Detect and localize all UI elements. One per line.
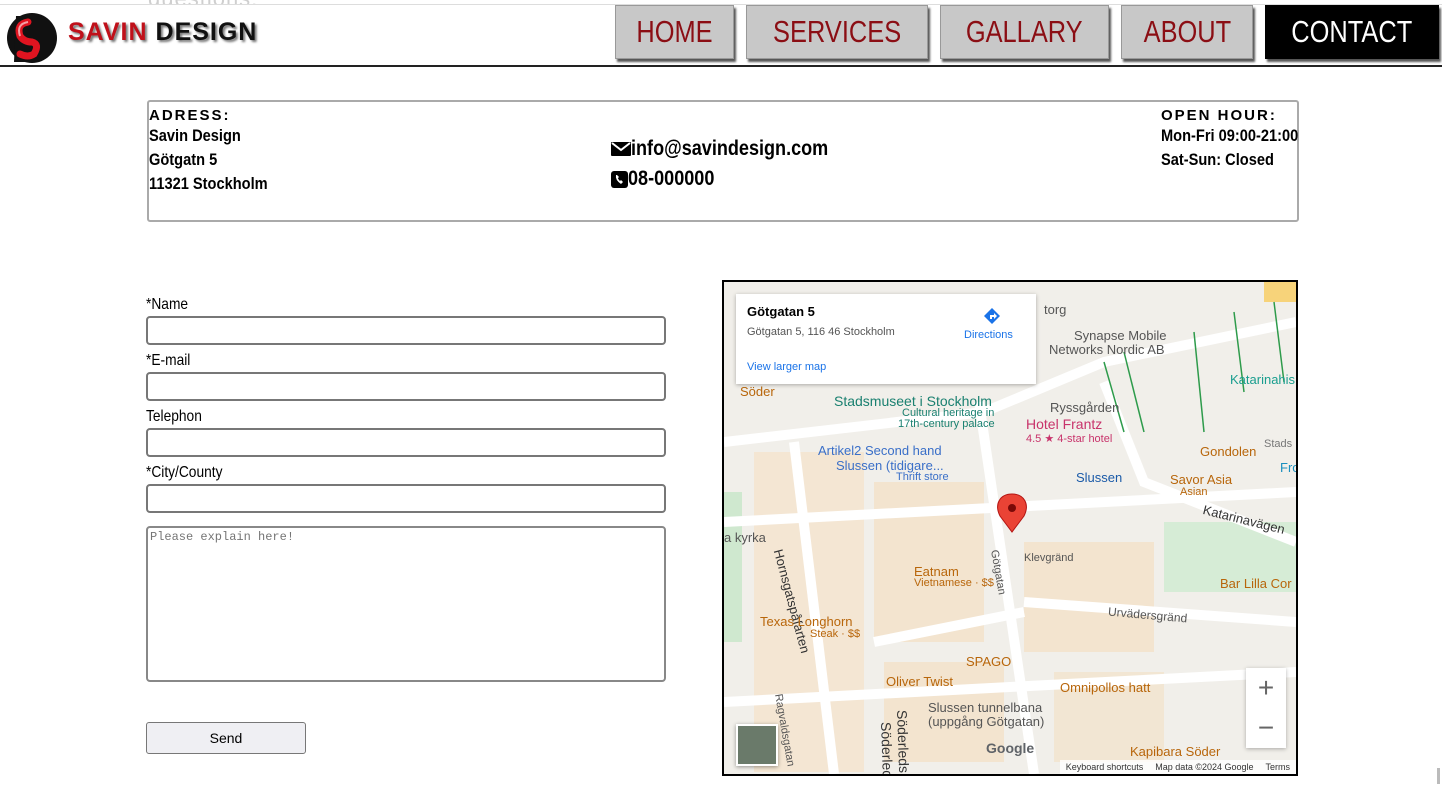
nav-services[interactable]: SERVICES (746, 5, 929, 59)
map-label: Bar Lilla Cor (1220, 576, 1292, 591)
map-label: Synapse Mobile (1074, 328, 1167, 343)
brand-part-savin: SAVIN (68, 18, 148, 46)
main-nav: HOME SERVICES GALLARY ABOUT CONTACT (615, 5, 1439, 61)
place-title: Götgatan 5 (747, 304, 815, 319)
nav-about[interactable]: ABOUT (1120, 5, 1254, 59)
name-field[interactable] (146, 316, 666, 345)
directions-link[interactable]: Directions (964, 329, 1013, 341)
city-field[interactable] (146, 484, 666, 513)
send-button[interactable]: Send (146, 722, 306, 754)
google-map[interactable]: torg Synapse Mobile Networks Nordic AB K… (722, 280, 1298, 776)
directions-icon[interactable] (982, 306, 1002, 326)
map-label: Söderleo (878, 721, 896, 776)
map-label: Fro (1280, 460, 1298, 475)
telephone-field[interactable] (146, 428, 666, 457)
place-card: Götgatan 5 Götgatan 5, 116 46 Stockholm … (736, 294, 1036, 384)
address-label: ADRESS: (149, 107, 231, 124)
brand-name[interactable]: SAVIN DESIGN (68, 18, 257, 47)
email-field[interactable] (146, 372, 666, 401)
name-label: *Name (146, 296, 189, 313)
zoom-out-button[interactable]: − (1246, 708, 1286, 748)
map-label: Oliver Twist (886, 674, 953, 689)
nav-gallary[interactable]: GALLARY (940, 5, 1109, 59)
zoom-in-button[interactable]: + (1246, 668, 1286, 708)
scrollbar-thumb[interactable] (1437, 768, 1440, 784)
map-label: torg (1044, 302, 1067, 317)
map-label: SPAGO (966, 654, 1012, 669)
hours-line: Mon-Fri 09:00-21:00 (1161, 126, 1299, 145)
contact-info-box: ADRESS: Savin Design Götgatn 5 11321 Sto… (147, 100, 1299, 222)
site-header: SAVIN DESIGN HOME SERVICES GALLARY ABOUT… (0, 4, 1442, 67)
map-label: Savor Asia (1170, 472, 1233, 487)
opening-hours-block: OPEN HOUR: Mon-Fri 09:00-21:00 Sat-Sun: … (1161, 107, 1321, 172)
telephone-label: Telephon (146, 408, 202, 425)
terms-link[interactable]: Terms (1266, 762, 1291, 772)
phone-icon (611, 170, 628, 188)
hours-line: Sat-Sun: Closed (1161, 150, 1274, 169)
address-line: Savin Design (149, 126, 241, 145)
email-line[interactable]: info@savindesign.com (611, 134, 860, 164)
phone-line[interactable]: 08-000000 (611, 164, 860, 194)
hours-label: OPEN HOUR: (1161, 107, 1277, 124)
address-line: Götgatn 5 (149, 150, 218, 169)
contact-form: *Name *E-mail Telephon *City/County (146, 294, 666, 687)
contact-details: info@savindesign.com 08-000000 (611, 134, 860, 194)
nav-contact[interactable]: CONTACT (1265, 5, 1439, 59)
map-data-text: Map data ©2024 Google (1155, 762, 1254, 772)
map-label: Kapibara Söder (1130, 744, 1221, 759)
satellite-toggle[interactable] (736, 724, 778, 766)
map-label: Klevgränd (1024, 552, 1074, 564)
map-label: Asian (1180, 486, 1208, 498)
map-label: 4.5 ★ 4-star hotel (1026, 433, 1113, 445)
map-label: Hotel Frantz (1026, 416, 1103, 432)
map-label: Artikel2 Second hand (818, 443, 942, 458)
keyboard-shortcuts-link[interactable]: Keyboard shortcuts (1066, 762, 1144, 772)
message-textarea[interactable] (146, 526, 666, 682)
savin-design-logo[interactable] (6, 8, 58, 64)
map-label: Söderleds (894, 709, 913, 774)
map-label: Slussen (1076, 470, 1123, 485)
place-address: Götgatan 5, 116 46 Stockholm (747, 326, 895, 338)
map-label: Omnipollos hatt (1060, 680, 1151, 695)
map-label: Vietnamese · $$ (914, 577, 994, 589)
map-label: Thrift store (896, 471, 949, 483)
map-label: Ryssgården (1050, 400, 1120, 415)
map-label: Steak · $$ (810, 628, 861, 640)
brand-part-design: DESIGN (155, 18, 258, 46)
zoom-controls: + − (1246, 668, 1286, 748)
email-label: *E-mail (146, 352, 191, 369)
map-label: Katarinahis (1230, 372, 1296, 387)
map-label: Slussen tunnelbana (928, 700, 1043, 715)
view-larger-map-link[interactable]: View larger map (747, 361, 826, 373)
map-label: (uppgång Götgatan) (928, 714, 1045, 729)
map-label: Networks Nordic AB (1049, 342, 1165, 357)
google-logo: Google (986, 740, 1035, 756)
map-attribution: Keyboard shortcuts Map data ©2024 Google… (1059, 760, 1296, 774)
email-address[interactable]: info@savindesign.com (631, 134, 828, 164)
map-label: Gondolen (1200, 444, 1257, 459)
address-line: 11321 Stockholm (149, 174, 268, 193)
city-label: *City/County (146, 464, 223, 481)
address-block: ADRESS: Savin Design Götgatn 5 11321 Sto… (149, 107, 287, 196)
map-label: Söder (740, 384, 775, 399)
map-label: 17th-century palace (898, 418, 995, 430)
envelope-icon (611, 142, 631, 156)
phone-number[interactable]: 08-000000 (628, 164, 714, 194)
map-label: Texas Longhorn (760, 614, 853, 629)
map-label: Stads (1264, 438, 1293, 450)
nav-home[interactable]: HOME (615, 5, 734, 59)
map-label: a kyrka (724, 530, 766, 545)
